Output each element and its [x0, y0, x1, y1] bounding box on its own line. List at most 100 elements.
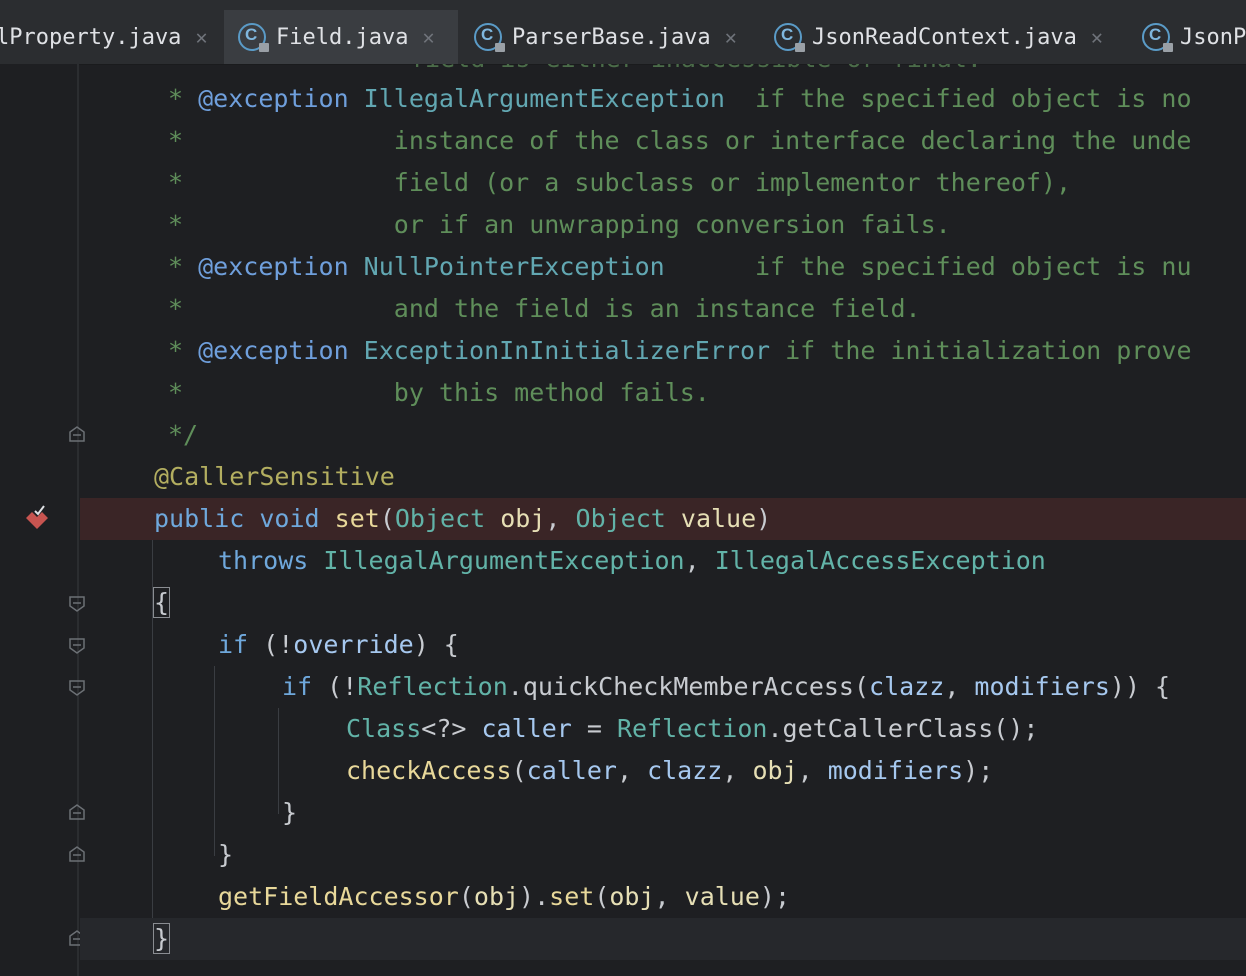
matched-brace: }	[152, 923, 171, 954]
lock-icon	[1163, 43, 1173, 52]
code-line: * @exception ExceptionInInitializerError…	[80, 330, 1246, 372]
field-ref: modifiers	[974, 672, 1110, 701]
code-line: * instance of the class or interface dec…	[80, 120, 1246, 162]
doc-text: * field (or a subclass or implementor th…	[168, 168, 1072, 197]
type-name: Object	[394, 504, 486, 533]
doc-ref: NullPointerException	[348, 252, 665, 281]
code-line: * @exception IllegalArgumentException if…	[80, 78, 1246, 120]
gutter-divider	[77, 64, 79, 976]
method-call: getFieldAccessor	[218, 882, 459, 911]
method-call: checkAccess	[346, 756, 512, 785]
code-line: * and the field is an instance field.	[80, 288, 1246, 330]
tab-jsonreadcontext-java[interactable]: JsonReadContext.java ✕	[774, 12, 1103, 62]
doc-text: if the specified object is nu	[664, 252, 1192, 281]
type-name: IllegalAccessException	[714, 546, 1046, 575]
parameter: obj	[473, 882, 520, 911]
keyword: throws	[218, 546, 309, 575]
keyword: void	[259, 504, 320, 533]
code-line: {	[80, 582, 1246, 624]
code-line: */	[80, 414, 1246, 456]
type-name: IllegalArgumentException	[323, 546, 685, 575]
tab-parserbase-java[interactable]: ParserBase.java ✕	[474, 12, 737, 62]
doc-text: * or if an unwrapping conversion fails.	[168, 210, 951, 239]
tab-property-java[interactable]: lProperty.java ✕	[0, 12, 207, 62]
type-name: Class	[346, 714, 422, 743]
doc-text: if the initialization prove	[770, 336, 1192, 365]
parameter: value	[680, 504, 757, 533]
parameter: obj	[500, 504, 546, 533]
keyword: if	[218, 630, 249, 659]
code-line: * @exception NullPointerException if the…	[80, 246, 1246, 288]
local-variable: caller	[526, 756, 617, 785]
keyword: public	[154, 504, 245, 533]
doc-ref: ExceptionInInitializerError	[348, 336, 771, 365]
breakpoint-icon[interactable]	[24, 505, 50, 531]
code-line: * by this method fails.	[80, 372, 1246, 414]
code-line: }	[80, 834, 1246, 876]
doc-text: * instance of the class or interface dec…	[168, 126, 1192, 155]
tab-label: lProperty.java	[0, 24, 182, 50]
close-brace: }	[218, 840, 234, 869]
doc-text: * and the field is an instance field.	[168, 294, 921, 323]
code-line: * field (or a subclass or implementor th…	[80, 162, 1246, 204]
close-icon[interactable]: ✕	[422, 25, 434, 49]
tab-label: Field.java	[276, 24, 409, 50]
doc-end: */	[168, 420, 199, 449]
tab-label: JsonPa	[1180, 24, 1246, 50]
tab-label: ParserBase.java	[512, 24, 711, 50]
doc-ref: IllegalArgumentException	[348, 84, 725, 113]
close-icon[interactable]: ✕	[725, 25, 737, 49]
close-brace: }	[282, 798, 298, 827]
lock-icon	[795, 43, 805, 52]
code-line: }	[80, 792, 1246, 834]
method-call: set	[549, 882, 595, 911]
doc-tag: @exception	[198, 336, 349, 365]
field-ref: override	[293, 630, 414, 659]
field-ref: clazz	[647, 756, 723, 785]
code-line: checkAccess(caller, clazz, obj, modifier…	[346, 756, 994, 785]
tab-jsonparser-java[interactable]: JsonPa	[1142, 12, 1246, 62]
doc-text: if the specified object is no	[724, 84, 1192, 113]
lock-icon	[259, 43, 269, 52]
doc-text: field is either inaccessible or final.	[410, 64, 982, 73]
editor-tab-bar: lProperty.java ✕ Field.java ✕ ParserBase…	[0, 0, 1246, 65]
type-name: Reflection	[357, 672, 508, 701]
method-name: set	[334, 504, 380, 533]
tab-field-java[interactable]: Field.java ✕	[224, 10, 458, 64]
tab-label: JsonReadContext.java	[812, 24, 1077, 50]
code-line: throws IllegalArgumentException, Illegal…	[218, 546, 1046, 575]
code-line: getFieldAccessor(obj).set(obj, value);	[218, 882, 791, 911]
parameter: obj	[609, 882, 655, 911]
java-class-icon	[238, 23, 269, 52]
close-icon[interactable]: ✕	[195, 25, 207, 49]
keyword: if	[282, 672, 313, 701]
method-call: getCallerClass	[782, 714, 994, 743]
doc-star: *	[168, 252, 199, 281]
local-variable: caller	[481, 714, 572, 743]
java-class-icon	[474, 23, 505, 52]
doc-tag: @exception	[198, 252, 349, 281]
code-editor[interactable]: field is either inaccessible or final. *…	[80, 64, 1246, 976]
annotation: @CallerSensitive	[154, 462, 395, 491]
doc-star: *	[168, 336, 199, 365]
code-line: * or if an unwrapping conversion fails.	[80, 204, 1246, 246]
close-icon[interactable]: ✕	[1091, 25, 1103, 49]
method-call: quickCheckMemberAccess	[522, 672, 854, 701]
java-class-icon	[774, 23, 805, 52]
doc-tag: @exception	[198, 84, 349, 113]
field-ref: modifiers	[827, 756, 964, 785]
generic-params: <?>	[421, 714, 467, 743]
type-name: Object	[575, 504, 666, 533]
code-line: @CallerSensitive	[80, 456, 1246, 498]
parameter: obj	[752, 756, 798, 785]
matched-brace: {	[152, 587, 171, 618]
java-class-icon	[1142, 23, 1173, 52]
doc-text: * by this method fails.	[168, 378, 710, 407]
field-ref: clazz	[869, 672, 945, 701]
parameter: value	[684, 882, 760, 911]
type-name: Reflection	[616, 714, 768, 743]
code-line: if (!override) {	[218, 630, 459, 659]
code-line-breakpoint: public void set(Object obj, Object value…	[80, 498, 1246, 540]
code-line: Class<?> caller = Reflection.getCallerCl…	[346, 714, 1039, 743]
code-line-current: }	[80, 918, 1246, 960]
